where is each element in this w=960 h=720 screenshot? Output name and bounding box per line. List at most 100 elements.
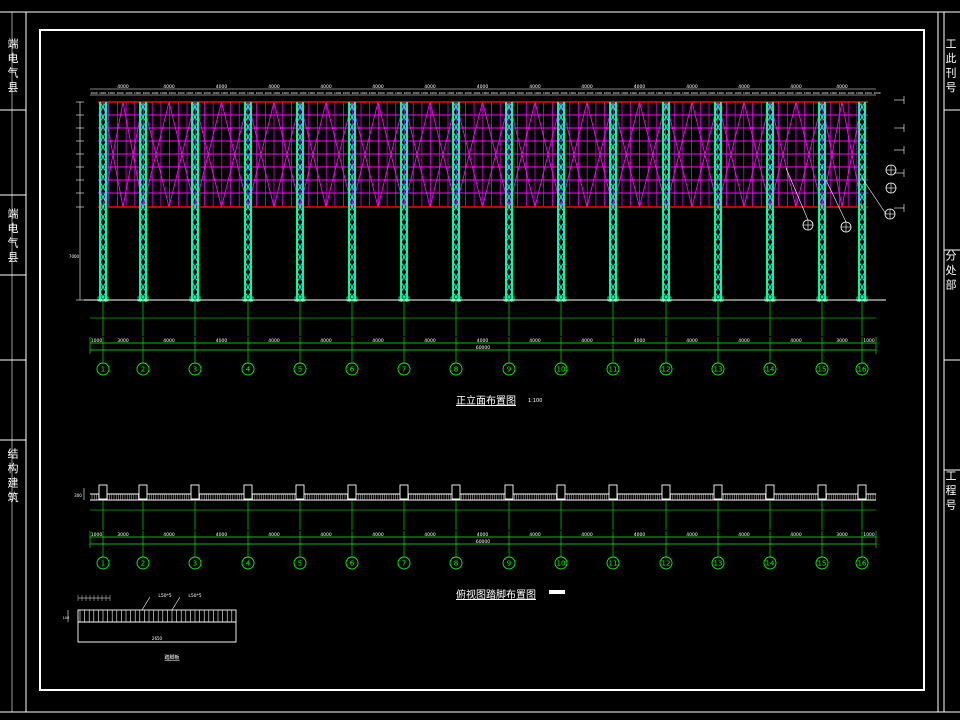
plan-axis-number: 1 [101, 560, 105, 568]
walkway-post [190, 484, 200, 500]
top-subdim-text: 1000 [456, 91, 463, 95]
top-dim-text: 4000 [117, 84, 129, 90]
top-subdim-text: 1000 [369, 91, 376, 95]
top-subdim-text: 1000 [795, 91, 802, 95]
left-label-3: 结 构 建 筑 [6, 448, 19, 503]
front-elevation-title: 正立面布置图 [456, 396, 516, 407]
plan-bay-dim-text: 4000 [790, 532, 802, 538]
walkway-post [817, 484, 827, 500]
top-dim-text: 4000 [686, 84, 698, 90]
plan-total-dim-text: 60000 [476, 539, 490, 545]
elev-bay-dim-text: 4000 [268, 338, 280, 344]
plan-axis-number: 15 [818, 560, 827, 568]
top-subdim-text: 1000 [438, 91, 445, 95]
top-subdim-text: 1000 [169, 91, 176, 95]
top-subdim-text: 1000 [160, 91, 167, 95]
top-subdim-text: 1000 [656, 91, 663, 95]
elev-bay-dim-text: 4000 [529, 338, 541, 344]
walkway-side-dim-text: 300 [74, 493, 82, 498]
plan-bay-dim-text: 4000 [634, 532, 646, 538]
elev-total-dim-text: 60000 [476, 345, 490, 351]
top-subdim-text: 1000 [291, 91, 298, 95]
walkway-post [713, 484, 723, 500]
elev-axis-number: 4 [246, 366, 251, 374]
top-subdim-text: 1000 [99, 91, 106, 95]
top-subdim-text: 1000 [134, 91, 141, 95]
elev-axis-number: 13 [714, 366, 723, 374]
plan-axis-number: 3 [193, 560, 197, 568]
walkway-post [857, 484, 867, 500]
top-subdim-text: 1000 [586, 91, 593, 95]
top-subdim-text: 1000 [786, 91, 793, 95]
elev-axis-number: 9 [507, 366, 511, 374]
top-subdim-text: 1000 [717, 91, 724, 95]
elev-axis-number: 16 [858, 366, 867, 374]
tread-height-dim-text: 100 [63, 616, 70, 620]
walkway-post [451, 484, 461, 500]
top-subdim-text: 1000 [386, 91, 393, 95]
top-subdim-text: 1000 [177, 91, 184, 95]
top-dim-text: 4000 [790, 84, 802, 90]
top-subdim-text: 1000 [256, 91, 263, 95]
plan-bay-dim-text: 4000 [424, 532, 436, 538]
top-subdim-text: 1000 [604, 91, 611, 95]
top-dim-text: 4000 [163, 84, 175, 90]
top-subdim-text: 1000 [726, 91, 733, 95]
plan-bay-dim-text: 4000 [216, 532, 228, 538]
walkway-post [608, 484, 618, 500]
top-dim-text: 4000 [634, 84, 646, 90]
top-subdim-text: 1000 [343, 91, 350, 95]
plan-axis-number: 12 [662, 560, 671, 568]
top-subdim-text: 1000 [273, 91, 280, 95]
elev-bay-dim-text: 4000 [477, 338, 489, 344]
top-subdim-text: 1000 [691, 91, 698, 95]
elev-bay-dim-text: 4000 [581, 338, 593, 344]
top-subdim-text: 1000 [804, 91, 811, 95]
plan-bay-dim-text: 1000 [91, 532, 103, 538]
top-subdim-text: 1000 [247, 91, 254, 95]
plan-axis-number: 13 [714, 560, 723, 568]
top-subdim-text: 1000 [813, 91, 820, 95]
walkway-post [243, 484, 253, 500]
top-subdim-text: 1000 [525, 91, 532, 95]
top-subdim-text: 1000 [743, 91, 750, 95]
walkway-post [556, 484, 566, 500]
top-subdim-text: 1000 [360, 91, 367, 95]
top-subdim-text: 1000 [830, 91, 837, 95]
top-subdim-text: 1000 [465, 91, 472, 95]
top-subdim-text: 1000 [612, 91, 619, 95]
elev-bay-dim-text: 3000 [117, 338, 129, 344]
top-subdim-text: 1000 [308, 91, 315, 95]
elev-axis-number: 11 [609, 366, 618, 374]
cad-drawing: 4000 4000 4000 4000 4000 4000 4000 4000 4000 4000… [0, 11, 960, 713]
top-subdim-text: 1000 [143, 91, 150, 95]
walkway-post [661, 484, 671, 500]
plan-bay-dim-text: 3000 [836, 532, 848, 538]
top-subdim-text: 1000 [351, 91, 358, 95]
elev-bay-dim-text: 4000 [216, 338, 228, 344]
plan-axis-number: 14 [766, 560, 775, 568]
plan-bay-dim-text: 4000 [163, 532, 175, 538]
top-subdim-text: 1000 [482, 91, 489, 95]
top-subdim-text: 1000 [873, 91, 880, 95]
plan-axis-number: 16 [858, 560, 867, 568]
top-subdim-text: 1000 [378, 91, 385, 95]
elev-axis-number: 8 [454, 366, 458, 374]
tread-width-dim-text: 2650 [152, 636, 163, 641]
top-dim-text: 4000 [268, 84, 280, 90]
plan-axis-number: 7 [402, 560, 406, 568]
top-subdim-text: 1000 [821, 91, 828, 95]
top-subdim-text: 1000 [847, 91, 854, 95]
top-subdim-text: 1000 [125, 91, 132, 95]
top-dim-text: 4000 [836, 84, 848, 90]
left-label-2: 端 电 气 县 [6, 208, 19, 263]
elev-axis-number: 1 [101, 366, 105, 374]
top-subdim-text: 1000 [195, 91, 202, 95]
top-subdim-text: 1000 [665, 91, 672, 95]
top-subdim-text: 1000 [90, 91, 97, 95]
top-subdim-text: 1000 [499, 91, 506, 95]
elev-axis-number: 14 [766, 366, 775, 374]
front-elevation-scale: 1:100 [528, 398, 543, 404]
detail-title: 踏脚板 [164, 654, 179, 661]
plan-axis-number: 10 [557, 560, 566, 568]
